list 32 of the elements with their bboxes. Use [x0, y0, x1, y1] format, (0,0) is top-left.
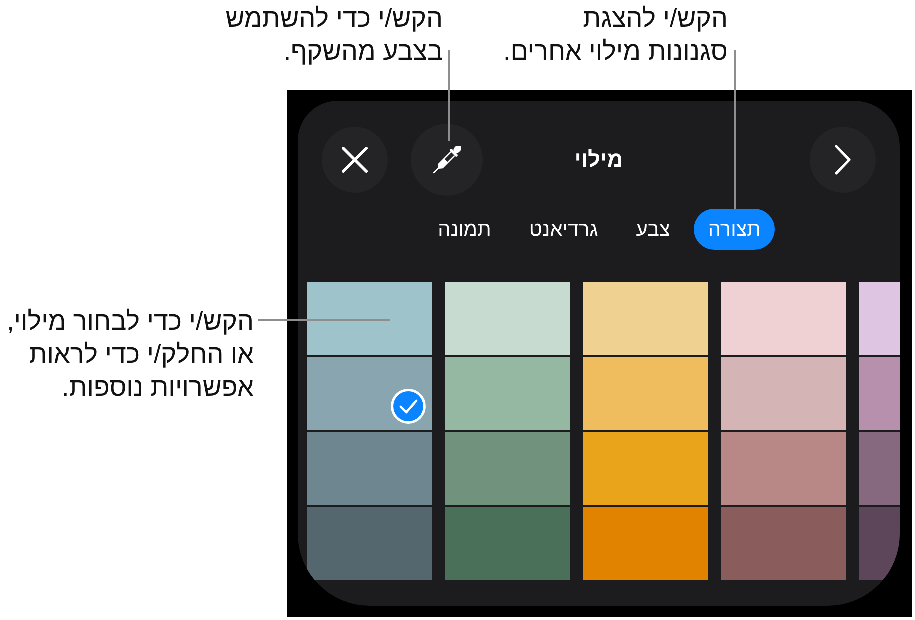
color-swatch[interactable]: [859, 507, 900, 580]
color-swatch[interactable]: [307, 357, 432, 430]
color-swatch[interactable]: [445, 357, 570, 430]
color-swatch[interactable]: [583, 432, 708, 505]
color-swatch[interactable]: [859, 282, 900, 355]
callout-text: הקש/י כדי להשתמש בצבע מהשקף.: [226, 2, 443, 68]
chevron-right-icon: [835, 145, 851, 175]
color-swatch[interactable]: [307, 432, 432, 505]
tab[interactable]: גרדיאנט: [529, 218, 598, 242]
tab[interactable]: תמונה: [438, 218, 492, 242]
color-swatch[interactable]: [859, 432, 900, 505]
color-swatch[interactable]: [721, 282, 846, 355]
color-swatch[interactable]: [445, 432, 570, 505]
color-swatch[interactable]: [445, 282, 570, 355]
tab[interactable]: צבע: [636, 218, 670, 242]
color-swatch[interactable]: [445, 507, 570, 580]
color-swatch[interactable]: [307, 282, 432, 355]
callout-text: הקש/י להצגת סגנונות מילוי אחרים.: [503, 2, 728, 68]
color-swatch[interactable]: [721, 432, 846, 505]
tab[interactable]: תצורה: [694, 209, 775, 250]
eyedropper-icon: [433, 146, 461, 174]
close-icon: [342, 147, 368, 173]
color-swatch[interactable]: [583, 507, 708, 580]
color-swatch[interactable]: [583, 282, 708, 355]
color-swatch[interactable]: [859, 357, 900, 430]
color-swatch[interactable]: [307, 507, 432, 580]
color-swatch[interactable]: [721, 357, 846, 430]
panel-title: מילוי: [574, 147, 624, 173]
color-swatch[interactable]: [583, 357, 708, 430]
color-swatch[interactable]: [721, 507, 846, 580]
callout-text: הקש/י כדי לבחור מילוי, או החלק/י כדי לראות אפשרויות נוספות.: [7, 305, 254, 404]
checkmark-icon: [391, 389, 426, 424]
